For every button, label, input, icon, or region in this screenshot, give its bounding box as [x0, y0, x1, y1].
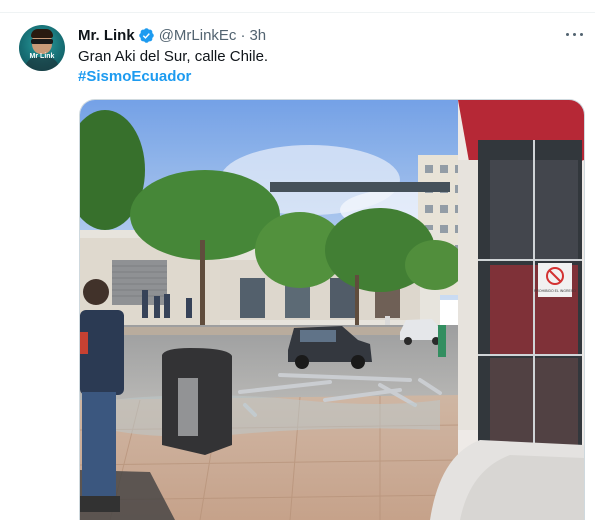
previous-tweet-divider	[0, 0, 595, 13]
separator-dot: ·	[240, 26, 246, 44]
tweet-header: Mr. Link @MrLinkEc · 3h	[78, 25, 266, 45]
more-dot	[566, 33, 569, 36]
verified-badge-icon[interactable]	[138, 27, 155, 44]
author-avatar[interactable]: Mr Link	[19, 25, 65, 71]
more-dot	[580, 33, 583, 36]
tweet-timestamp[interactable]: 3h	[249, 27, 266, 44]
author-name[interactable]: Mr. Link	[78, 27, 135, 44]
more-horizontal-icon[interactable]	[562, 24, 586, 44]
earthquake-street-photo: PROHIBIDO EL INGRESO	[80, 100, 584, 520]
tweet[interactable]: Mr Link Mr. Link @MrLinkEc · 3h Gran Aki…	[0, 13, 595, 520]
avatar-glasses	[31, 39, 53, 44]
hashtag-link[interactable]: #SismoEcuador	[78, 67, 191, 87]
tweet-photo[interactable]: PROHIBIDO EL INGRESO	[79, 99, 585, 520]
avatar-logo-text: Mr Link	[29, 53, 55, 60]
photo-overlay	[80, 100, 584, 520]
author-handle[interactable]: @MrLinkEc	[159, 27, 237, 44]
tweet-text: Gran Aki del Sur, calle Chile.	[78, 48, 269, 65]
more-dot	[573, 33, 576, 36]
avatar-hair	[31, 29, 53, 38]
